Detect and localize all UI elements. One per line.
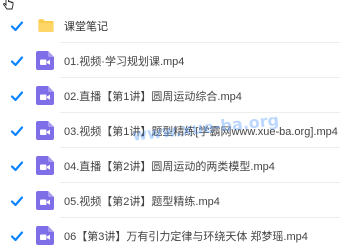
checkbox-checked-icon[interactable]: [10, 229, 24, 243]
list-item-folder[interactable]: 课堂笔记: [0, 8, 340, 43]
checkbox-checked-icon[interactable]: [10, 89, 24, 103]
list-item-video[interactable]: 01.视频·学习规划课.mp4: [0, 43, 340, 78]
file-name[interactable]: 04.直播【第2讲】圆周运动的两类模型.mp4: [64, 158, 275, 174]
checkbox-checked-icon[interactable]: [10, 54, 24, 68]
video-file-icon: [36, 226, 54, 245]
video-file-icon: [36, 191, 54, 210]
folder-icon: [38, 18, 54, 32]
list-item-video[interactable]: 03.视频【第1讲】题型精练[学霸网www.xue-ba.org].mp4: [0, 113, 340, 148]
file-name[interactable]: 02.直播【第1讲】圆周运动综合.mp4: [64, 88, 242, 104]
file-list-page: 课堂笔记 01.视频·学习规划课.mp4 02.直播【第1讲】圆周运动综合.mp…: [0, 0, 340, 252]
list-item-video[interactable]: 06【第3讲】万有引力定律与环绕天体 郑梦瑶.mp4: [0, 218, 340, 252]
file-list: 课堂笔记 01.视频·学习规划课.mp4 02.直播【第1讲】圆周运动综合.mp…: [0, 8, 340, 252]
video-file-icon: [36, 121, 54, 140]
file-name[interactable]: 01.视频·学习规划课.mp4: [64, 53, 184, 69]
video-file-icon: [36, 51, 54, 70]
video-file-icon: [36, 86, 54, 105]
checkbox-checked-icon[interactable]: [10, 19, 24, 33]
file-name[interactable]: 03.视频【第1讲】题型精练[学霸网www.xue-ba.org].mp4: [64, 123, 338, 139]
checkbox-checked-icon[interactable]: [10, 124, 24, 138]
list-item-video[interactable]: 04.直播【第2讲】圆周运动的两类模型.mp4: [0, 148, 340, 183]
checkbox-checked-icon[interactable]: [10, 159, 24, 173]
video-file-icon: [36, 156, 54, 175]
file-name[interactable]: 06【第3讲】万有引力定律与环绕天体 郑梦瑶.mp4: [64, 228, 308, 244]
file-name[interactable]: 05.视频【第2讲】题型精练.mp4: [64, 193, 220, 209]
file-name[interactable]: 课堂笔记: [64, 18, 108, 34]
checkbox-checked-icon[interactable]: [10, 194, 24, 208]
list-item-video[interactable]: 02.直播【第1讲】圆周运动综合.mp4: [0, 78, 340, 113]
list-item-video[interactable]: 05.视频【第2讲】题型精练.mp4: [0, 183, 340, 218]
